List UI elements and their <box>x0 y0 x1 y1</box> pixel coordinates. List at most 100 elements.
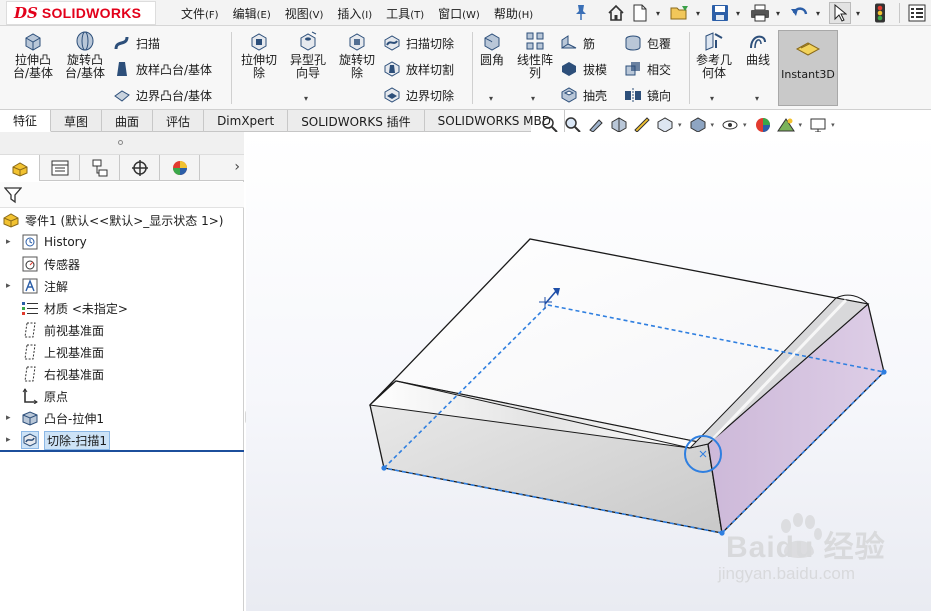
menu-view[interactable]: 视图(V) <box>285 5 324 22</box>
tab-surfaces[interactable]: 曲面 <box>102 110 154 132</box>
hide-show-dropdown-icon[interactable]: ▾ <box>743 121 747 129</box>
curves-dropdown-icon[interactable]: ▾ <box>755 94 759 103</box>
property-manager-tab[interactable] <box>40 155 80 181</box>
curves-button[interactable]: 曲线 <box>742 30 774 67</box>
tab-addins[interactable]: SOLIDWORKS 插件 <box>288 110 425 132</box>
tree-item-annotations[interactable]: ▸ 注解 <box>0 275 244 297</box>
tree-item-origin[interactable]: 原点 <box>0 385 244 407</box>
sweep-button[interactable]: 扫描 <box>113 32 160 54</box>
chevron-right-icon[interactable]: › <box>234 159 240 175</box>
expand-arrow-icon[interactable]: ▸ <box>6 435 15 445</box>
tree-item-cut-sweep[interactable]: ▸ 切除-扫描1 <box>0 429 244 451</box>
save-dropdown-icon[interactable]: ▾ <box>733 2 743 24</box>
swept-cut-button[interactable]: 扫描切除 <box>383 32 454 54</box>
hole-wizard-dropdown-icon[interactable]: ▾ <box>304 94 308 103</box>
fillet-dropdown-icon[interactable]: ▾ <box>489 94 493 103</box>
pin-menu-icon[interactable] <box>573 3 589 21</box>
select-icon[interactable] <box>829 2 851 24</box>
hole-wizard-label: 异型孔 向导 <box>289 53 326 80</box>
hole-wizard-button[interactable]: 异型孔 向导 <box>285 30 331 80</box>
view-orientation-dropdown-icon[interactable]: ▾ <box>678 121 682 129</box>
reference-geometry-button[interactable]: 参考几 何体 <box>692 30 736 80</box>
boundary-boss-button[interactable]: 边界凸台/基体 <box>113 84 212 106</box>
open-dropdown-icon[interactable]: ▾ <box>693 2 703 24</box>
tree-item-sensors[interactable]: 传感器 <box>0 253 244 275</box>
extrude-cut-button[interactable]: 拉伸切 除 <box>236 30 282 80</box>
fillet-button[interactable]: 圆角 <box>476 30 508 67</box>
menu-help[interactable]: 帮助(H) <box>494 5 533 22</box>
boundary-cut-button[interactable]: 边界切除 <box>383 84 454 106</box>
tree-item-boss-extrude[interactable]: ▸ 凸台-拉伸1 <box>0 407 244 429</box>
watermark-url: jingyan.baidu.com <box>718 564 856 583</box>
configuration-manager-tab[interactable] <box>80 155 120 181</box>
rebuild-icon[interactable] <box>869 2 891 24</box>
expand-arrow-icon[interactable]: ▸ <box>6 413 15 423</box>
instant3d-label: Instant3D <box>781 68 835 81</box>
select-dropdown-icon[interactable]: ▾ <box>853 2 863 24</box>
lofted-cut-button[interactable]: 放样切割 <box>383 58 454 80</box>
revolve-boss-button[interactable]: 旋转凸 台/基体 <box>62 30 108 80</box>
dimxpert-manager-tab[interactable] <box>120 155 160 181</box>
part-icon <box>2 211 20 229</box>
tree-item-label: 前视基准面 <box>44 323 105 338</box>
feature-manager-tab[interactable] <box>0 155 40 181</box>
new-dropdown-icon[interactable]: ▾ <box>653 2 663 24</box>
print-icon[interactable] <box>749 2 771 24</box>
panel-grip[interactable] <box>0 132 244 155</box>
tab-features[interactable]: 特征 <box>0 110 52 132</box>
shell-button[interactable]: 抽壳 <box>560 84 607 106</box>
wrap-button[interactable]: 包覆 <box>624 32 671 54</box>
filter-icon[interactable] <box>3 186 23 207</box>
tab-evaluate[interactable]: 评估 <box>153 110 205 132</box>
display-style-dropdown-icon[interactable]: ▾ <box>711 121 715 129</box>
apply-scene-dropdown-icon[interactable]: ▾ <box>799 121 803 129</box>
save-icon[interactable] <box>709 2 731 24</box>
linear-pattern-button[interactable]: 线性阵 列 <box>512 30 558 80</box>
wrap-label: 包覆 <box>647 36 672 51</box>
tree-item-material[interactable]: 材质 <未指定> <box>0 297 244 319</box>
sensor-icon <box>21 255 39 273</box>
instant3d-icon <box>795 39 821 64</box>
rollback-bar[interactable] <box>0 450 244 452</box>
print-dropdown-icon[interactable]: ▾ <box>773 2 783 24</box>
tree-item-right-plane[interactable]: 右视基准面 <box>0 363 244 385</box>
view-settings-dropdown-icon[interactable]: ▾ <box>831 121 835 129</box>
menu-edit[interactable]: 编辑(E) <box>233 5 271 22</box>
solidworks-logo[interactable]: DS SOLIDWORKS <box>14 3 141 23</box>
tree-item-front-plane[interactable]: 前视基准面 <box>0 319 244 341</box>
menu-file[interactable]: 文件(F) <box>181 5 219 22</box>
revolve-cut-button[interactable]: 旋转切 除 <box>334 30 380 80</box>
home-icon[interactable] <box>605 2 627 24</box>
ribbon-divider <box>231 32 232 104</box>
undo-dropdown-icon[interactable]: ▾ <box>813 2 823 24</box>
tree-item-top-plane[interactable]: 上视基准面 <box>0 341 244 363</box>
menu-insert[interactable]: 插入(I) <box>337 5 372 22</box>
expand-arrow-icon[interactable]: ▸ <box>6 281 15 291</box>
extrude-boss-button[interactable]: 拉伸凸 台/基体 <box>10 30 56 80</box>
open-icon[interactable] <box>669 2 691 24</box>
new-document-icon[interactable] <box>629 2 651 24</box>
material-icon <box>21 299 39 317</box>
tree-root-part[interactable]: 零件1 (默认<<默认>_显示状态 1>) <box>0 209 244 231</box>
instant3d-toggle[interactable]: Instant3D <box>778 30 838 106</box>
undo-icon[interactable] <box>789 2 811 24</box>
intersect-button[interactable]: 相交 <box>624 58 671 80</box>
reference-geometry-dropdown-icon[interactable]: ▾ <box>710 94 714 103</box>
tab-dimxpert[interactable]: DimXpert <box>204 110 289 132</box>
graphics-viewport[interactable]: Baidu 经验 jingyan.baidu.com <box>246 132 931 611</box>
options-icon[interactable] <box>906 2 928 24</box>
tree-item-label: 上视基准面 <box>44 345 105 360</box>
loft-boss-button[interactable]: 放样凸台/基体 <box>113 58 212 80</box>
draft-button[interactable]: 拔模 <box>560 58 607 80</box>
tree-item-history[interactable]: ▸ History <box>0 231 244 253</box>
rib-button[interactable]: 筋 <box>560 32 595 54</box>
expand-arrow-icon[interactable]: ▸ <box>6 237 15 247</box>
linear-pattern-dropdown-icon[interactable]: ▾ <box>531 94 535 103</box>
mirror-button[interactable]: 镜向 <box>624 84 671 106</box>
menu-window[interactable]: 窗口(W) <box>438 5 480 22</box>
menu-tools[interactable]: 工具(T) <box>386 5 424 22</box>
display-manager-tab[interactable] <box>160 155 200 181</box>
tab-sketch[interactable]: 草图 <box>51 110 103 132</box>
plane-icon <box>21 321 39 339</box>
tree-item-label: 凸台-拉伸1 <box>44 411 104 426</box>
